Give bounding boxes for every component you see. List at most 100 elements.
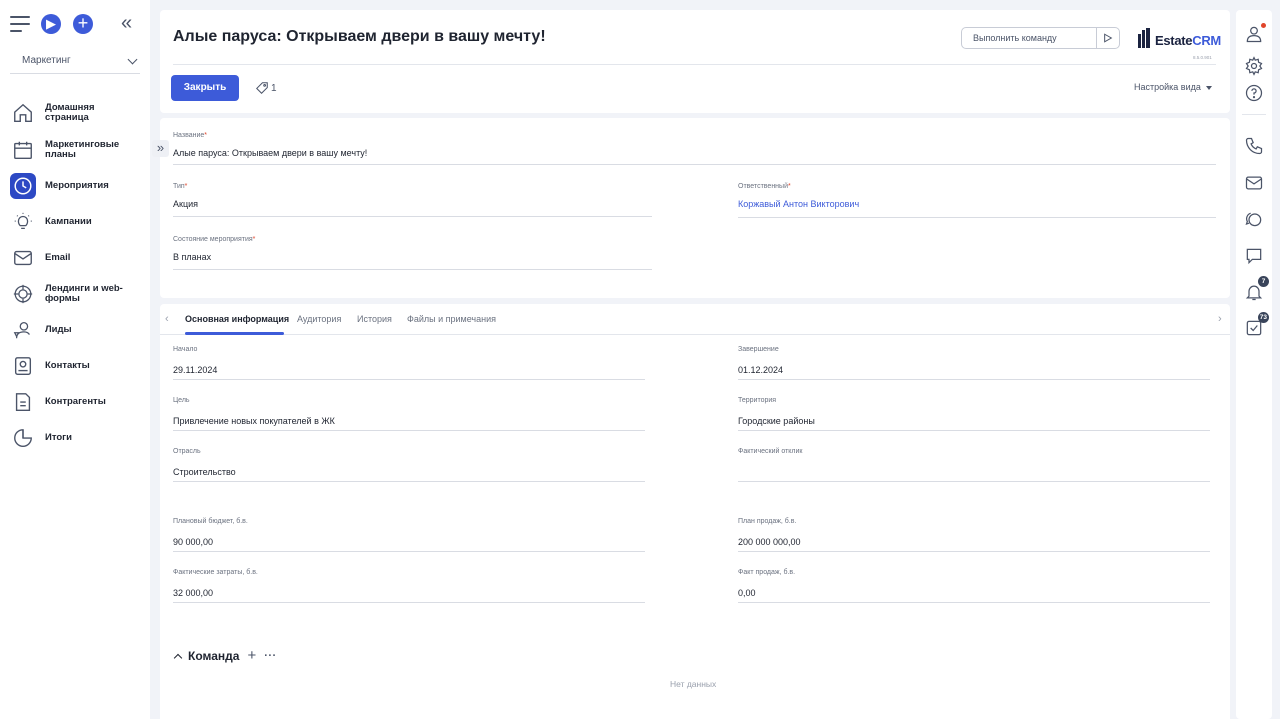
sidebar-item-label: Лиды (45, 324, 72, 335)
view-settings-dropdown[interactable]: Настройка вида (1134, 82, 1212, 92)
actual-sales-value: 0,00 (738, 588, 756, 598)
field-label: Начало (173, 346, 198, 353)
run-command-button[interactable] (1096, 28, 1119, 48)
end-date-field[interactable]: Завершение 01.12.2024 (738, 346, 1210, 380)
field-underline (738, 551, 1210, 552)
field-label: Завершение (738, 346, 779, 353)
run-process-icon[interactable]: ▶ (41, 14, 61, 34)
field-label: Фактические затраты, б.в. (173, 569, 258, 576)
field-underline (738, 379, 1210, 380)
tag-count: 1 (271, 82, 277, 94)
territory-value: Городские районы (738, 416, 815, 426)
sidebar-item-label: Итоги (45, 432, 72, 443)
sidebar-item-label: Лендинги и web-формы (45, 283, 123, 304)
actual-sales-field[interactable]: Факт продаж, б.в. 0,00 (738, 569, 1210, 603)
sidebar-item-marketing-plans[interactable]: Маркетинговые планы (10, 132, 145, 168)
sidebar-item-results[interactable]: Итоги (10, 420, 145, 456)
sales-plan-field[interactable]: План продаж, б.в. 200 000 000,00 (738, 518, 1210, 552)
help-icon[interactable] (1244, 83, 1264, 103)
responsible-field[interactable]: Ответственный* Коржавый Антон Викторович (738, 183, 1216, 218)
sidebar-item-landings[interactable]: Лендинги и web-формы (10, 276, 145, 312)
sidebar-item-label: Email (45, 252, 71, 263)
menu-icon[interactable] (10, 16, 30, 32)
sidebar-item-label: Контрагенты (45, 396, 106, 407)
sidebar-nav: Домашняя страница Маркетинговые планы Ме… (10, 94, 145, 456)
sidebar-item-contacts[interactable]: Контакты (10, 348, 145, 384)
close-button[interactable]: Закрыть (171, 75, 239, 101)
goal-field[interactable]: Цель Привлечение новых покупателей в ЖК (173, 397, 645, 431)
sidebar-toolbar: ▶ + « (10, 12, 140, 36)
divider (173, 64, 1216, 65)
team-title: Команда (188, 649, 240, 663)
logo-mark-icon (1138, 28, 1151, 48)
logo: EstateCRM (1138, 28, 1221, 48)
sidebar-item-events[interactable]: Мероприятия (10, 168, 145, 204)
collapse-sidebar-icon[interactable]: « (121, 12, 132, 35)
add-team-member-button[interactable]: + (247, 648, 256, 663)
event-state-value: В планах (173, 252, 212, 262)
mail-icon (10, 245, 36, 271)
tab-main-info[interactable]: Основная информация (185, 314, 289, 324)
phone-icon[interactable] (1244, 136, 1264, 156)
industry-value: Строительство (173, 467, 236, 477)
field-label: Территория (738, 397, 777, 404)
settings-gear-icon[interactable] (1244, 56, 1264, 76)
field-underline (173, 602, 645, 603)
tag-icon (256, 82, 268, 94)
version-label: 8.5.0.901 (1193, 55, 1212, 60)
field-underline (173, 430, 645, 431)
actual-costs-field[interactable]: Фактические затраты, б.в. 32 000,00 (173, 569, 645, 603)
email-icon[interactable] (1244, 173, 1264, 193)
tab-history[interactable]: История (357, 314, 392, 324)
command-input[interactable]: Выполнить команду (961, 27, 1120, 49)
field-label: Ответственный* (738, 183, 791, 190)
name-field[interactable]: Название* Алые паруса: Открываем двери в… (173, 132, 1216, 166)
tab-files-notes[interactable]: Файлы и примечания (407, 314, 496, 324)
expand-panel-icon[interactable]: » (152, 140, 169, 157)
right-toolbar: 7 73 (1236, 10, 1272, 719)
sales-plan-value: 200 000 000,00 (738, 537, 801, 547)
tabs-scroll-left-icon[interactable]: ‹ (165, 313, 169, 325)
tags-button[interactable]: 1 (255, 81, 277, 95)
type-field[interactable]: Тип* Акция (173, 183, 652, 217)
notifications-bell-icon[interactable]: 7 (1244, 276, 1269, 302)
territory-field[interactable]: Территория Городские районы (738, 397, 1210, 431)
team-section-header: Команда + ··· (173, 648, 277, 663)
sidebar-item-label: Маркетинговые планы (45, 139, 120, 160)
field-label: Цель (173, 397, 190, 404)
field-underline (738, 430, 1210, 431)
sidebar-item-campaigns[interactable]: Кампании (10, 204, 145, 240)
caret-down-icon (1205, 85, 1212, 90)
more-options-icon[interactable]: ··· (264, 650, 277, 662)
tabs-scroll-right-icon[interactable]: › (1218, 313, 1222, 325)
contact-card-icon (10, 353, 36, 379)
message-icon[interactable] (1244, 246, 1264, 266)
sidebar-item-counterparties[interactable]: Контрагенты (10, 384, 145, 420)
chevron-up-icon[interactable] (173, 653, 183, 662)
field-underline (173, 481, 645, 482)
main-fields-panel: Название* Алые паруса: Открываем двери в… (160, 118, 1230, 298)
actual-response-field[interactable]: Фактический отклик (738, 448, 1210, 482)
sidebar-item-home[interactable]: Домашняя страница (10, 94, 145, 132)
field-underline (738, 481, 1210, 482)
chevron-down-icon (127, 54, 138, 65)
workplace-select[interactable]: Маркетинг (10, 50, 140, 74)
industry-field[interactable]: Отрасль Строительство (173, 448, 645, 482)
page-header: Алые паруса: Открываем двери в вашу мечт… (160, 10, 1230, 113)
details-panel: ‹ Основная информация Аудитория История … (160, 304, 1230, 719)
calendar-icon (10, 137, 36, 163)
tab-audience[interactable]: Аудитория (297, 314, 341, 324)
add-icon[interactable]: + (73, 14, 93, 34)
responsible-link[interactable]: Коржавый Антон Викторович (738, 199, 859, 209)
chat-bubbles-icon[interactable] (1244, 209, 1264, 229)
name-value: Алые паруса: Открываем двери в вашу мечт… (173, 148, 368, 158)
tasks-icon[interactable]: 73 (1244, 312, 1269, 338)
sidebar-item-email[interactable]: Email (10, 240, 145, 276)
sidebar-item-leads[interactable]: Лиды (10, 312, 145, 348)
event-state-field[interactable]: Состояние мероприятия* В планах (173, 236, 652, 270)
send-icon (1104, 33, 1113, 43)
start-date-field[interactable]: Начало 29.11.2024 (173, 346, 645, 380)
user-profile-icon[interactable] (1244, 23, 1266, 44)
planned-budget-field[interactable]: Плановый бюджет, б.в. 90 000,00 (173, 518, 645, 552)
start-date-value: 29.11.2024 (173, 365, 218, 375)
